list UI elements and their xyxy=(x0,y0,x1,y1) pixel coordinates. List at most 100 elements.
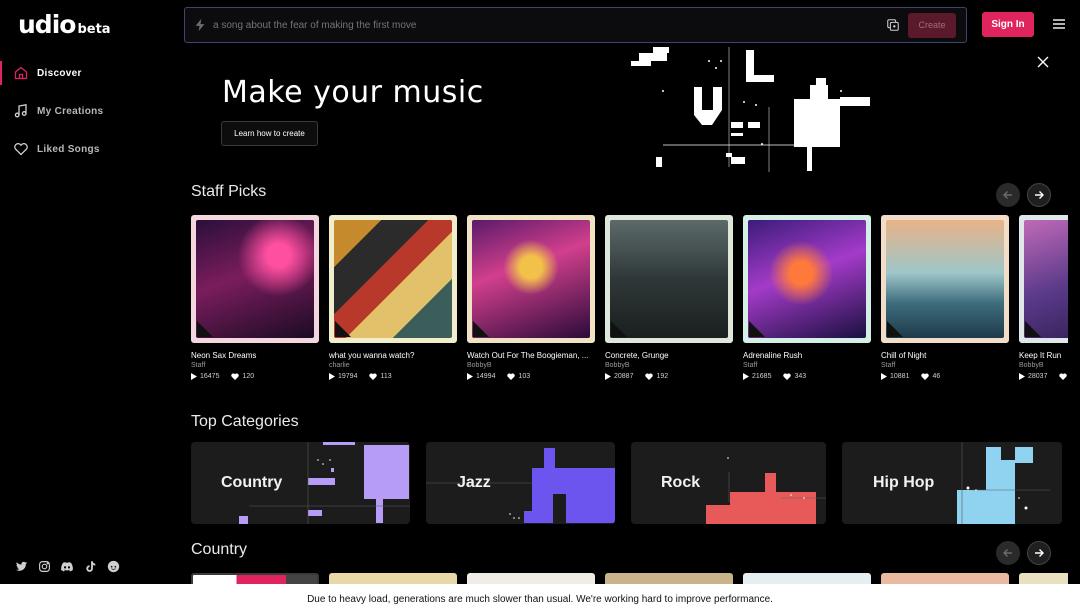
carousel-next-button[interactable] xyxy=(1027,183,1051,207)
sidebar-nav: Discover My Creations Liked Songs xyxy=(0,59,183,173)
sidebar-item-my-creations[interactable]: My Creations xyxy=(0,97,183,125)
like-count: 343 xyxy=(794,373,807,380)
song-stats: 21685 343 xyxy=(743,373,871,380)
song-card[interactable]: Neon Sax Dreams Staff 16475 120 xyxy=(191,215,319,390)
main-content: Make your music Learn how to create Staf… xyxy=(184,47,1068,584)
country-carousel-next-button[interactable] xyxy=(1027,541,1051,565)
staff-picks-title: Staff Picks xyxy=(191,183,267,200)
country-card-cover[interactable] xyxy=(605,573,733,584)
category-label: Hip Hop xyxy=(873,474,935,491)
category-card-jazz[interactable]: Jazz xyxy=(426,442,615,524)
song-stats: 19794 113 xyxy=(329,373,457,380)
play-count: 21685 xyxy=(752,373,772,380)
song-title[interactable]: Watch Out For The Boogieman, ... xyxy=(467,351,595,360)
song-stats: 10881 46 xyxy=(881,373,1009,380)
country-card-cover[interactable] xyxy=(329,573,457,584)
play-count: 28037 xyxy=(1028,373,1048,380)
song-card[interactable]: Adrenaline Rush Staff 21685 343 xyxy=(743,215,871,390)
song-artist[interactable]: BobbyB xyxy=(605,362,733,369)
song-cover-frame[interactable] xyxy=(191,215,319,343)
song-card[interactable]: Concrete, Grunge BobbyB 20887 192 xyxy=(605,215,733,390)
heart-icon xyxy=(783,373,792,380)
sign-in-button[interactable]: Sign In xyxy=(982,12,1034,37)
udio-corner-mark-icon xyxy=(749,321,765,337)
instagram-icon[interactable] xyxy=(37,559,51,573)
category-label: Jazz xyxy=(457,474,491,491)
song-title[interactable]: what you wanna watch? xyxy=(329,351,457,360)
country-carousel-prev-button[interactable] xyxy=(996,541,1020,565)
song-title[interactable]: Concrete, Grunge xyxy=(605,351,733,360)
song-card[interactable]: what you wanna watch? charlie 19794 113 xyxy=(329,215,457,390)
song-title[interactable]: Neon Sax Dreams xyxy=(191,351,319,360)
carousel-prev-button[interactable] xyxy=(996,183,1020,207)
learn-how-button[interactable]: Learn how to create xyxy=(221,121,318,146)
category-card-hip-hop[interactable]: Hip Hop xyxy=(842,442,1062,524)
sidebar-item-discover[interactable]: Discover xyxy=(0,59,183,87)
song-artist[interactable]: Staff xyxy=(191,362,319,369)
play-icon xyxy=(743,373,749,380)
play-icon xyxy=(881,373,887,380)
play-icon xyxy=(191,373,197,380)
home-icon xyxy=(14,66,28,80)
song-artist[interactable]: charlie xyxy=(329,362,457,369)
song-card[interactable]: Chill of Night Staff 10881 46 xyxy=(881,215,1009,390)
udio-corner-mark-icon xyxy=(197,321,213,337)
heart-icon xyxy=(14,143,28,156)
udio-corner-mark-icon xyxy=(611,321,627,337)
song-title[interactable]: Adrenaline Rush xyxy=(743,351,871,360)
song-cover-art xyxy=(886,220,1004,338)
song-cover-frame[interactable] xyxy=(1019,215,1068,343)
create-button[interactable]: Create xyxy=(908,12,956,38)
song-title[interactable]: Chill of Night xyxy=(881,351,1009,360)
song-title[interactable]: Keep It Run xyxy=(1019,351,1068,360)
arrow-left-icon xyxy=(1003,549,1012,557)
song-stats: 16475 120 xyxy=(191,373,319,380)
category-card-country[interactable]: Country xyxy=(191,442,410,524)
top-categories-title: Top Categories xyxy=(191,413,299,430)
country-card-cover[interactable] xyxy=(881,573,1009,584)
logo-beta-label: beta xyxy=(77,22,111,37)
like-count: 192 xyxy=(656,373,669,380)
country-section-title: Country xyxy=(191,541,248,558)
song-card[interactable]: Watch Out For The Boogieman, ... BobbyB … xyxy=(467,215,595,390)
like-count: 113 xyxy=(380,373,392,380)
song-cover-frame[interactable] xyxy=(881,215,1009,343)
close-icon[interactable] xyxy=(1037,56,1049,68)
play-icon xyxy=(1019,373,1025,380)
twitter-icon[interactable] xyxy=(14,559,28,573)
play-icon xyxy=(467,373,473,380)
song-card[interactable]: Keep It Run BobbyB 28037 xyxy=(1019,215,1068,390)
music-note-icon xyxy=(14,104,27,118)
song-artist[interactable]: BobbyB xyxy=(1019,362,1068,369)
udio-logo[interactable]: udio beta xyxy=(18,10,111,39)
prompt-input[interactable] xyxy=(213,19,886,31)
play-count: 10881 xyxy=(890,373,910,380)
logo-text: udio xyxy=(18,10,76,39)
country-card-cover[interactable] xyxy=(191,573,319,584)
song-cover-frame[interactable] xyxy=(467,215,595,343)
like-count: 120 xyxy=(242,373,255,380)
hamburger-menu-icon[interactable] xyxy=(1052,17,1066,31)
arrow-left-icon xyxy=(1003,191,1012,199)
social-links xyxy=(14,559,120,573)
performance-notice: Due to heavy load, generations are much … xyxy=(0,584,1080,614)
song-artist[interactable]: Staff xyxy=(743,362,871,369)
song-cover-frame[interactable] xyxy=(605,215,733,343)
sidebar-item-liked-songs[interactable]: Liked Songs xyxy=(0,135,183,163)
song-artist[interactable]: BobbyB xyxy=(467,362,595,369)
tiktok-icon[interactable] xyxy=(83,559,97,573)
reddit-icon[interactable] xyxy=(106,559,120,573)
country-card-cover[interactable] xyxy=(467,573,595,584)
discord-icon[interactable] xyxy=(60,559,74,573)
sidebar: udio beta Discover My Creations Liked So… xyxy=(0,0,183,584)
country-card-cover[interactable] xyxy=(1019,573,1068,584)
song-cover-frame[interactable] xyxy=(743,215,871,343)
dice-icon[interactable] xyxy=(886,18,900,32)
play-count: 14994 xyxy=(476,373,496,380)
like-count: 103 xyxy=(518,373,531,380)
song-artist[interactable]: Staff xyxy=(881,362,1009,369)
country-card-cover[interactable] xyxy=(743,573,871,584)
hero-title: Make your music xyxy=(222,75,484,110)
song-cover-frame[interactable] xyxy=(329,215,457,343)
category-card-rock[interactable]: Rock xyxy=(631,442,826,524)
